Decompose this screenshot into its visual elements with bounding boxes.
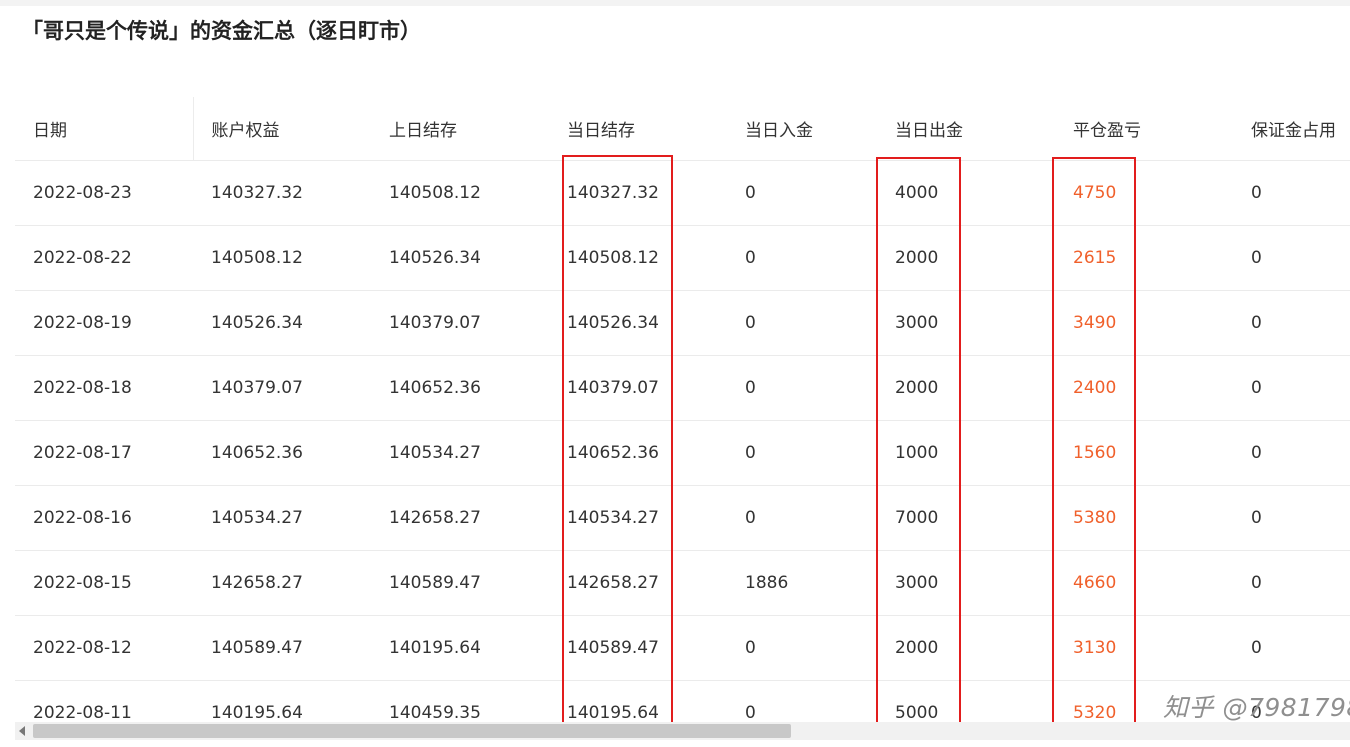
cell-deposit: 0 (727, 225, 877, 291)
cell-prev-balance: 140534.27 (371, 420, 549, 486)
column-header-date[interactable]: 日期 (15, 97, 194, 161)
cell-deposit: 0 (727, 680, 877, 725)
cell-margin: 0 (1233, 420, 1350, 486)
cell-deposit: 0 (727, 355, 877, 421)
column-header-prev-balance[interactable]: 上日结存 (371, 97, 549, 161)
cell-date: 2022-08-17 (15, 420, 193, 486)
cell-withdrawal: 5000 (877, 680, 1055, 725)
cell-withdrawal: 3000 (877, 550, 1055, 616)
horizontal-scrollbar[interactable] (15, 722, 1350, 740)
cell-date: 2022-08-15 (15, 550, 193, 616)
table-row[interactable]: 2022-08-19 140526.34 140379.07 140526.34… (15, 290, 1350, 356)
column-header-margin[interactable]: 保证金占用 (1233, 97, 1350, 161)
cell-prev-balance: 140589.47 (371, 550, 549, 616)
cell-equity: 142658.27 (193, 550, 371, 616)
cell-equity: 140534.27 (193, 485, 371, 551)
cell-deposit: 1886 (727, 550, 877, 616)
cell-prev-balance: 140379.07 (371, 290, 549, 356)
cell-equity: 140589.47 (193, 615, 371, 681)
cell-withdrawal: 2000 (877, 615, 1055, 681)
column-header-close-pnl[interactable]: 平仓盈亏 (1055, 97, 1233, 161)
cell-withdrawal: 2000 (877, 355, 1055, 421)
cell-margin: 0 (1233, 290, 1350, 356)
cell-prev-balance: 140459.35 (371, 680, 549, 725)
column-header-deposit[interactable]: 当日入金 (727, 97, 877, 161)
scrollbar-thumb[interactable] (33, 724, 791, 738)
cell-day-balance: 140327.32 (549, 160, 727, 226)
cell-margin: 0 (1233, 615, 1350, 681)
cell-margin: 0 (1233, 355, 1350, 421)
cell-deposit: 0 (727, 160, 877, 226)
table-row[interactable]: 2022-08-18 140379.07 140652.36 140379.07… (15, 355, 1350, 421)
cell-date: 2022-08-22 (15, 225, 193, 291)
table-row[interactable]: 2022-08-17 140652.36 140534.27 140652.36… (15, 420, 1350, 486)
cell-deposit: 0 (727, 290, 877, 356)
cell-prev-balance: 140195.64 (371, 615, 549, 681)
cell-withdrawal: 4000 (877, 160, 1055, 226)
column-header-withdrawal[interactable]: 当日出金 (877, 97, 1055, 161)
cell-day-balance: 140589.47 (549, 615, 727, 681)
cell-deposit: 0 (727, 485, 877, 551)
table-header-row: 日期 账户权益 上日结存 当日结存 当日入金 当日出金 平仓盈亏 保证金占用 (15, 97, 1350, 161)
cell-withdrawal: 3000 (877, 290, 1055, 356)
cell-day-balance: 140534.27 (549, 485, 727, 551)
table-row[interactable]: 2022-08-12 140589.47 140195.64 140589.47… (15, 615, 1350, 681)
cell-equity: 140195.64 (193, 680, 371, 725)
scroll-left-arrow-icon[interactable] (19, 726, 25, 736)
cell-close-pnl: 5380 (1055, 485, 1233, 551)
cell-deposit: 0 (727, 615, 877, 681)
cell-deposit: 0 (727, 420, 877, 486)
table-row[interactable]: 2022-08-22 140508.12 140526.34 140508.12… (15, 225, 1350, 291)
fund-summary-table: 日期 账户权益 上日结存 当日结存 当日入金 当日出金 平仓盈亏 保证金占用 2… (15, 97, 1350, 725)
cell-withdrawal: 7000 (877, 485, 1055, 551)
cell-margin: 0 (1233, 485, 1350, 551)
column-header-day-balance[interactable]: 当日结存 (549, 97, 727, 161)
table-row[interactable]: 2022-08-23 140327.32 140508.12 140327.32… (15, 160, 1350, 226)
cell-withdrawal: 2000 (877, 225, 1055, 291)
cell-close-pnl: 1560 (1055, 420, 1233, 486)
cell-day-balance: 140508.12 (549, 225, 727, 291)
cell-equity: 140652.36 (193, 420, 371, 486)
cell-date: 2022-08-18 (15, 355, 193, 421)
cell-day-balance: 142658.27 (549, 550, 727, 616)
top-bar (0, 0, 1350, 6)
cell-day-balance: 140379.07 (549, 355, 727, 421)
cell-close-pnl: 3490 (1055, 290, 1233, 356)
cell-date: 2022-08-11 (15, 680, 193, 725)
cell-date: 2022-08-12 (15, 615, 193, 681)
cell-prev-balance: 140508.12 (371, 160, 549, 226)
cell-withdrawal: 1000 (877, 420, 1055, 486)
fund-summary-table-container[interactable]: 日期 账户权益 上日结存 当日结存 当日入金 当日出金 平仓盈亏 保证金占用 2… (15, 97, 1350, 725)
table-row[interactable]: 2022-08-11 140195.64 140459.35 140195.64… (15, 680, 1350, 725)
cell-close-pnl: 4660 (1055, 550, 1233, 616)
cell-close-pnl: 3130 (1055, 615, 1233, 681)
cell-equity: 140526.34 (193, 290, 371, 356)
cell-equity: 140327.32 (193, 160, 371, 226)
cell-equity: 140508.12 (193, 225, 371, 291)
watermark: 知乎 @79817981 (1163, 693, 1350, 722)
cell-prev-balance: 140652.36 (371, 355, 549, 421)
cell-margin: 0 (1233, 550, 1350, 616)
cell-margin: 0 (1233, 160, 1350, 226)
table-row[interactable]: 2022-08-16 140534.27 142658.27 140534.27… (15, 485, 1350, 551)
table-row[interactable]: 2022-08-15 142658.27 140589.47 142658.27… (15, 550, 1350, 616)
cell-margin: 0 (1233, 225, 1350, 291)
cell-close-pnl: 2615 (1055, 225, 1233, 291)
cell-close-pnl: 4750 (1055, 160, 1233, 226)
page-title: 「哥只是个传说」的资金汇总（逐日盯市） (22, 19, 421, 43)
column-header-equity[interactable]: 账户权益 (193, 97, 371, 161)
cell-day-balance: 140526.34 (549, 290, 727, 356)
cell-day-balance: 140652.36 (549, 420, 727, 486)
cell-prev-balance: 142658.27 (371, 485, 549, 551)
cell-equity: 140379.07 (193, 355, 371, 421)
cell-date: 2022-08-23 (15, 160, 193, 226)
cell-date: 2022-08-19 (15, 290, 193, 356)
cell-close-pnl: 2400 (1055, 355, 1233, 421)
cell-prev-balance: 140526.34 (371, 225, 549, 291)
cell-date: 2022-08-16 (15, 485, 193, 551)
cell-day-balance: 140195.64 (549, 680, 727, 725)
